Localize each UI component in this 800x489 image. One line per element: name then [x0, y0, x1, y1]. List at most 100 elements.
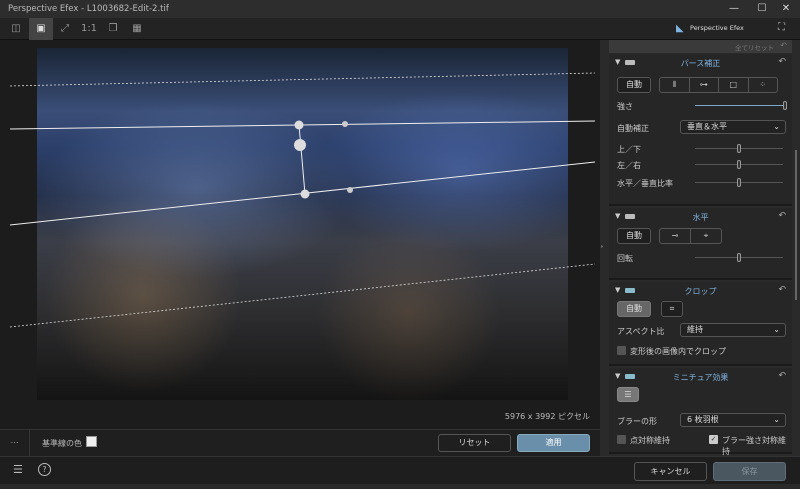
crop-in-image-checkbox[interactable] [617, 346, 626, 355]
help-icon[interactable]: ? [38, 463, 51, 476]
brand-name: Perspective Efex [690, 24, 744, 32]
level-point-icon[interactable]: ⌖ [691, 229, 721, 243]
crop-in-image-label: 変形後の画像内でクロップ [630, 347, 726, 356]
section-title: ミニチュア効果 [672, 373, 729, 382]
undo-icon[interactable]: ↶ [778, 285, 786, 295]
image-canvas[interactable] [0, 40, 600, 429]
guide-color-label: 基準線の色 [42, 439, 82, 448]
section-header[interactable]: ▼ 水平 ↶ [609, 208, 792, 226]
slider-label: 左／右 [617, 161, 641, 170]
section-title: 水平 [692, 213, 709, 222]
undo-icon[interactable]: ↶ [778, 211, 786, 221]
slider-handle[interactable] [737, 253, 741, 262]
reset-all-button[interactable]: 全てリセット [735, 42, 774, 52]
strength-slider[interactable] [695, 101, 787, 110]
section-header[interactable]: ▼ パース補正 ↶ [609, 54, 792, 72]
guide-toolbar: ⋯ 基準線の色 リセット 適用 [0, 429, 600, 456]
auto-button[interactable]: 自動 [617, 228, 651, 244]
pixel-dimensions: 5976 x 3992 ピクセル [504, 412, 590, 421]
guide-tool-icon[interactable]: ⋯ [0, 430, 30, 456]
aspect-select[interactable]: 維持 ⌄ [680, 323, 786, 337]
panel-scrollbar[interactable] [795, 150, 797, 300]
blur-shape-label: ブラーの形 [617, 417, 657, 426]
slider-handle[interactable] [737, 144, 741, 153]
compare-view-icon[interactable]: ◫ [4, 18, 28, 40]
auto-correct-select[interactable]: 垂直＆水平 ⌄ [680, 120, 786, 134]
reset-all-bar: 全てリセット ↶ [609, 40, 792, 53]
section-miniature: ▼ ミニチュア効果 ↶ ☰ ブラーの形 6 枚羽根 ⌄ 点対称維持 ✓ ブラー強さ対称… [609, 368, 792, 456]
slider-label: 水平／垂直比率 [617, 179, 673, 188]
strength-label: 強さ [617, 102, 633, 111]
grid-icon[interactable]: ▦ [125, 18, 149, 40]
chevron-down-icon: ⌄ [773, 325, 780, 334]
guide-color-swatch[interactable] [86, 436, 97, 447]
brand-logo-icon: ◣ [676, 23, 684, 34]
select-value: 垂直＆水平 [687, 122, 727, 131]
slider-handle[interactable] [737, 178, 741, 187]
left-right-slider[interactable] [695, 160, 783, 169]
guide-handle [347, 187, 353, 193]
chevron-down-icon: ⌄ [773, 415, 780, 424]
title-bar: Perspective Efex - L1003682-Edit-2.tif [0, 0, 800, 18]
section-header[interactable]: ▼ クロップ ↶ [609, 282, 792, 300]
toolbar: ◫ ▣ ⤢ 1:1 ❐ ▦ ◣ Perspective Efex ⛶ [0, 18, 800, 40]
rotation-slider[interactable] [695, 253, 783, 262]
level-mode-group: ⊸ ⌖ [659, 228, 722, 244]
fit-screen-icon[interactable]: ⤢ [53, 18, 77, 40]
crop-guide-bottom [9, 263, 596, 328]
undo-icon[interactable]: ↶ [778, 371, 786, 381]
close-button[interactable]: ✕ [772, 0, 800, 18]
point-correction-icon[interactable]: ⁘ [749, 78, 778, 92]
guide-handle [300, 189, 310, 199]
section-header[interactable]: ▼ ミニチュア効果 ↶ [609, 368, 792, 386]
reset-button[interactable]: リセット [438, 434, 511, 452]
fullscreen-icon[interactable]: ⛶ [778, 22, 785, 33]
settings-sliders-icon[interactable]: ☰ [13, 463, 23, 476]
guide-handle [294, 120, 304, 130]
blur-symmetry-checkbox[interactable]: ✓ [709, 435, 718, 444]
point-symmetry-checkbox[interactable] [617, 435, 626, 444]
chevron-down-icon: ⌄ [773, 122, 780, 131]
auto-button[interactable]: 自動 [617, 77, 651, 93]
up-down-slider[interactable] [695, 144, 783, 153]
window-title: Perspective Efex - L1003682-Edit-2.tif [8, 4, 169, 14]
zoom-1-1-button[interactable]: 1:1 [77, 18, 101, 40]
slider-handle[interactable] [783, 101, 787, 110]
vertical-correction-icon[interactable]: ⫴ [660, 78, 690, 92]
footer: ☰ ? キャンセル 保存 [0, 456, 800, 484]
cancel-button[interactable]: キャンセル [634, 462, 707, 481]
blur-shape-select[interactable]: 6 枚羽根 ⌄ [680, 413, 786, 427]
ratio-slider[interactable] [695, 178, 783, 187]
settings-panel: 全てリセット ↶ ▼ パース補正 ↶ 自動 ⫴ ⊶ □ ⁘ 強さ 自動補正 垂直＆水平 ⌄ … [603, 40, 800, 456]
level-line-icon[interactable]: ⊸ [660, 229, 691, 243]
auto-crop-button[interactable]: 自動 [617, 301, 651, 317]
aspect-label: アスペクト比 [617, 327, 665, 336]
select-value: 6 枚羽根 [687, 415, 719, 424]
crop-guide-top [9, 72, 596, 87]
guide-handle [294, 139, 306, 151]
rect-correction-icon[interactable]: □ [719, 78, 749, 92]
miniature-guide-icon[interactable]: ☰ [617, 387, 639, 402]
crop-tool-icon[interactable]: ⌗ [661, 301, 683, 317]
image-view-icon[interactable]: ▣ [29, 18, 53, 40]
apply-button[interactable]: 適用 [517, 434, 590, 452]
guide-lines-overlay[interactable] [0, 40, 600, 429]
section-title: クロップ [684, 287, 717, 296]
slider-label: 上／下 [617, 145, 641, 154]
save-button[interactable]: 保存 [713, 462, 786, 481]
slider-handle[interactable] [737, 160, 741, 169]
section-crop: ▼ クロップ ↶ 自動 ⌗ アスペクト比 維持 ⌄ 変形後の画像内でクロップ [609, 282, 792, 366]
guide-line-vertical [298, 124, 306, 195]
undo-icon[interactable]: ↶ [778, 57, 786, 67]
correction-mode-group: ⫴ ⊶ □ ⁘ [659, 77, 778, 93]
point-symmetry-label: 点対称維持 [630, 436, 670, 445]
section-perspective: ▼ パース補正 ↶ 自動 ⫴ ⊶ □ ⁘ 強さ 自動補正 垂直＆水平 ⌄ 上／下 左／右 水… [609, 54, 792, 206]
horizontal-correction-icon[interactable]: ⊶ [690, 78, 719, 92]
rotation-label: 回転 [617, 254, 633, 263]
minimize-button[interactable]: — [720, 0, 748, 18]
undo-icon[interactable]: ↶ [780, 41, 787, 50]
guide-handle [342, 121, 348, 127]
overlay-icon[interactable]: ❐ [101, 18, 125, 40]
section-title: パース補正 [680, 59, 721, 68]
blur-symmetry-label: ブラー強さ対称維持 [722, 436, 786, 456]
